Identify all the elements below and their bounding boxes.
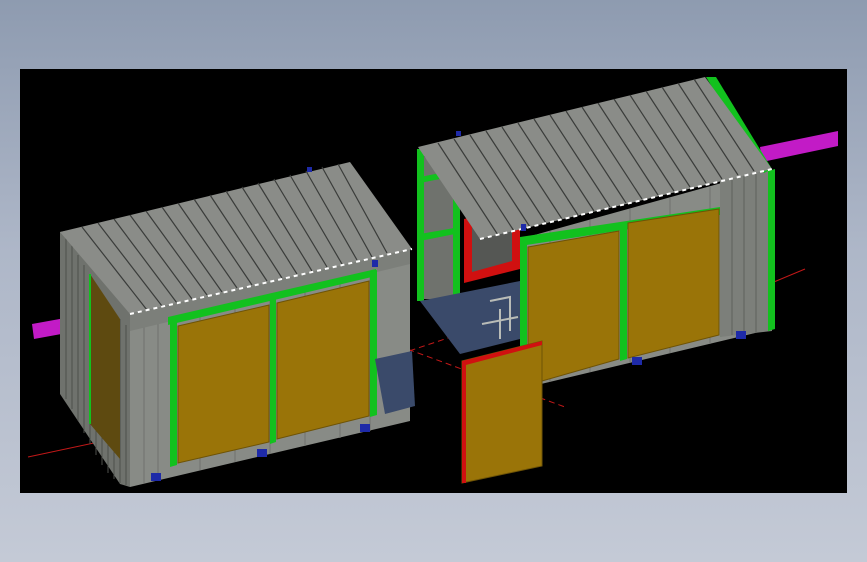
model-canvas (27, 77, 838, 487)
right-container-module (417, 77, 775, 389)
left-container-module (60, 162, 415, 487)
cad-viewport[interactable] (20, 69, 847, 493)
door-panel (461, 340, 543, 484)
